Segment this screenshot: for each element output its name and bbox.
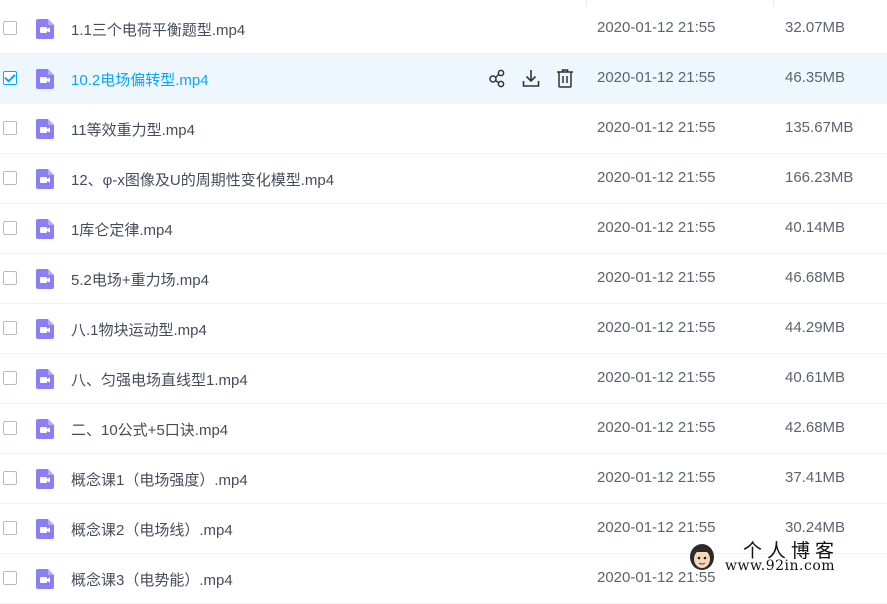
- share-icon[interactable]: [487, 67, 507, 89]
- file-size: 42.68MB: [785, 419, 846, 436]
- checkmark-icon: [4, 71, 16, 83]
- file-row[interactable]: 11等效重力型.mp4 2020-01-12 21:55 135.67MB: [0, 104, 887, 154]
- file-date: 2020-01-12 21:55: [597, 119, 716, 136]
- file-date: 2020-01-12 21:55: [597, 169, 716, 186]
- video-file-icon: [36, 469, 54, 489]
- video-file-icon: [36, 369, 54, 389]
- file-row[interactable]: 1.1三个电荷平衡题型.mp4 2020-01-12 21:55 32.07MB: [0, 4, 887, 54]
- file-name[interactable]: 11等效重力型.mp4: [71, 119, 195, 140]
- video-file-icon: [36, 419, 54, 439]
- video-file-icon: [36, 69, 54, 89]
- file-name[interactable]: 10.2电场偏转型.mp4: [71, 69, 209, 90]
- video-file-icon: [36, 269, 54, 289]
- row-checkbox[interactable]: [3, 221, 17, 235]
- file-date: 2020-01-12 21:55: [597, 269, 716, 286]
- video-file-icon: [36, 519, 54, 539]
- file-name[interactable]: 二、10公式+5口诀.mp4: [71, 419, 228, 440]
- video-file-icon: [36, 319, 54, 339]
- file-row[interactable]: 10.2电场偏转型.mp4 2020-01-12 21:55 46.35MB: [0, 54, 887, 104]
- file-name[interactable]: 1.1三个电荷平衡题型.mp4: [71, 19, 245, 40]
- file-size: 46.68MB: [785, 269, 846, 286]
- file-row[interactable]: 1库仑定律.mp4 2020-01-12 21:55 40.14MB: [0, 204, 887, 254]
- file-size: 166.23MB: [785, 169, 854, 186]
- file-date: 2020-01-12 21:55: [597, 419, 716, 436]
- download-icon[interactable]: [521, 67, 541, 89]
- file-date: 2020-01-12 21:55: [597, 469, 716, 486]
- file-row[interactable]: 12、φ-x图像及U的周期性变化模型.mp4 2020-01-12 21:55 16…: [0, 154, 887, 204]
- file-size: 32.07MB: [785, 19, 846, 36]
- row-checkbox[interactable]: [3, 271, 17, 285]
- file-size: 40.61MB: [785, 369, 846, 386]
- file-row[interactable]: 二、10公式+5口诀.mp4 2020-01-12 21:55 42.68MB: [0, 404, 887, 454]
- file-name[interactable]: 概念课2（电场线）.mp4: [71, 519, 233, 540]
- file-name[interactable]: 八.1物块运动型.mp4: [71, 319, 207, 340]
- file-row[interactable]: 概念课1（电场强度）.mp4 2020-01-12 21:55 37.41MB: [0, 454, 887, 504]
- file-size: 40.14MB: [785, 219, 846, 236]
- file-size: 37.41MB: [785, 469, 846, 486]
- file-date: 2020-01-12 21:55: [597, 19, 716, 36]
- file-row[interactable]: 八.1物块运动型.mp4 2020-01-12 21:55 44.29MB: [0, 304, 887, 354]
- file-date: 2020-01-12 21:55: [597, 369, 716, 386]
- row-checkbox[interactable]: [3, 121, 17, 135]
- row-checkbox[interactable]: [3, 421, 17, 435]
- row-checkbox[interactable]: [3, 571, 17, 585]
- video-file-icon: [36, 169, 54, 189]
- row-checkbox[interactable]: [3, 321, 17, 335]
- row-checkbox[interactable]: [3, 471, 17, 485]
- file-name[interactable]: 1库仑定律.mp4: [71, 219, 173, 240]
- watermark-avatar-icon: [690, 544, 714, 570]
- file-size: 46.35MB: [785, 69, 846, 86]
- file-size: 135.67MB: [785, 119, 854, 136]
- file-name[interactable]: 5.2电场+重力场.mp4: [71, 269, 209, 290]
- row-checkbox[interactable]: [3, 21, 17, 35]
- row-checkbox[interactable]: [3, 171, 17, 185]
- video-file-icon: [36, 569, 54, 589]
- row-checkbox[interactable]: [3, 521, 17, 535]
- file-name[interactable]: 12、φ-x图像及U的周期性变化模型.mp4: [71, 169, 334, 190]
- file-size: 44.29MB: [785, 319, 846, 336]
- file-date: 2020-01-12 21:55: [597, 519, 716, 536]
- watermark-url: www.92in.com: [725, 558, 836, 574]
- file-list: 1.1三个电荷平衡题型.mp4 2020-01-12 21:55 32.07MB 10…: [0, 0, 887, 604]
- file-date: 2020-01-12 21:55: [597, 319, 716, 336]
- watermark: 个人博客 www.92in.com: [687, 536, 873, 578]
- file-date: 2020-01-12 21:55: [597, 219, 716, 236]
- file-size: 30.24MB: [785, 519, 846, 536]
- file-row[interactable]: 5.2电场+重力场.mp4 2020-01-12 21:55 46.68MB: [0, 254, 887, 304]
- row-checkbox[interactable]: [3, 371, 17, 385]
- file-row[interactable]: 八、匀强电场直线型1.mp4 2020-01-12 21:55 40.61MB: [0, 354, 887, 404]
- file-date: 2020-01-12 21:55: [597, 69, 716, 86]
- video-file-icon: [36, 219, 54, 239]
- delete-icon[interactable]: [555, 67, 575, 89]
- file-name[interactable]: 概念课1（电场强度）.mp4: [71, 469, 248, 490]
- video-file-icon: [36, 19, 54, 39]
- row-checkbox[interactable]: [3, 71, 17, 85]
- video-file-icon: [36, 119, 54, 139]
- file-name[interactable]: 概念课3（电势能）.mp4: [71, 569, 233, 590]
- file-name[interactable]: 八、匀强电场直线型1.mp4: [71, 369, 248, 390]
